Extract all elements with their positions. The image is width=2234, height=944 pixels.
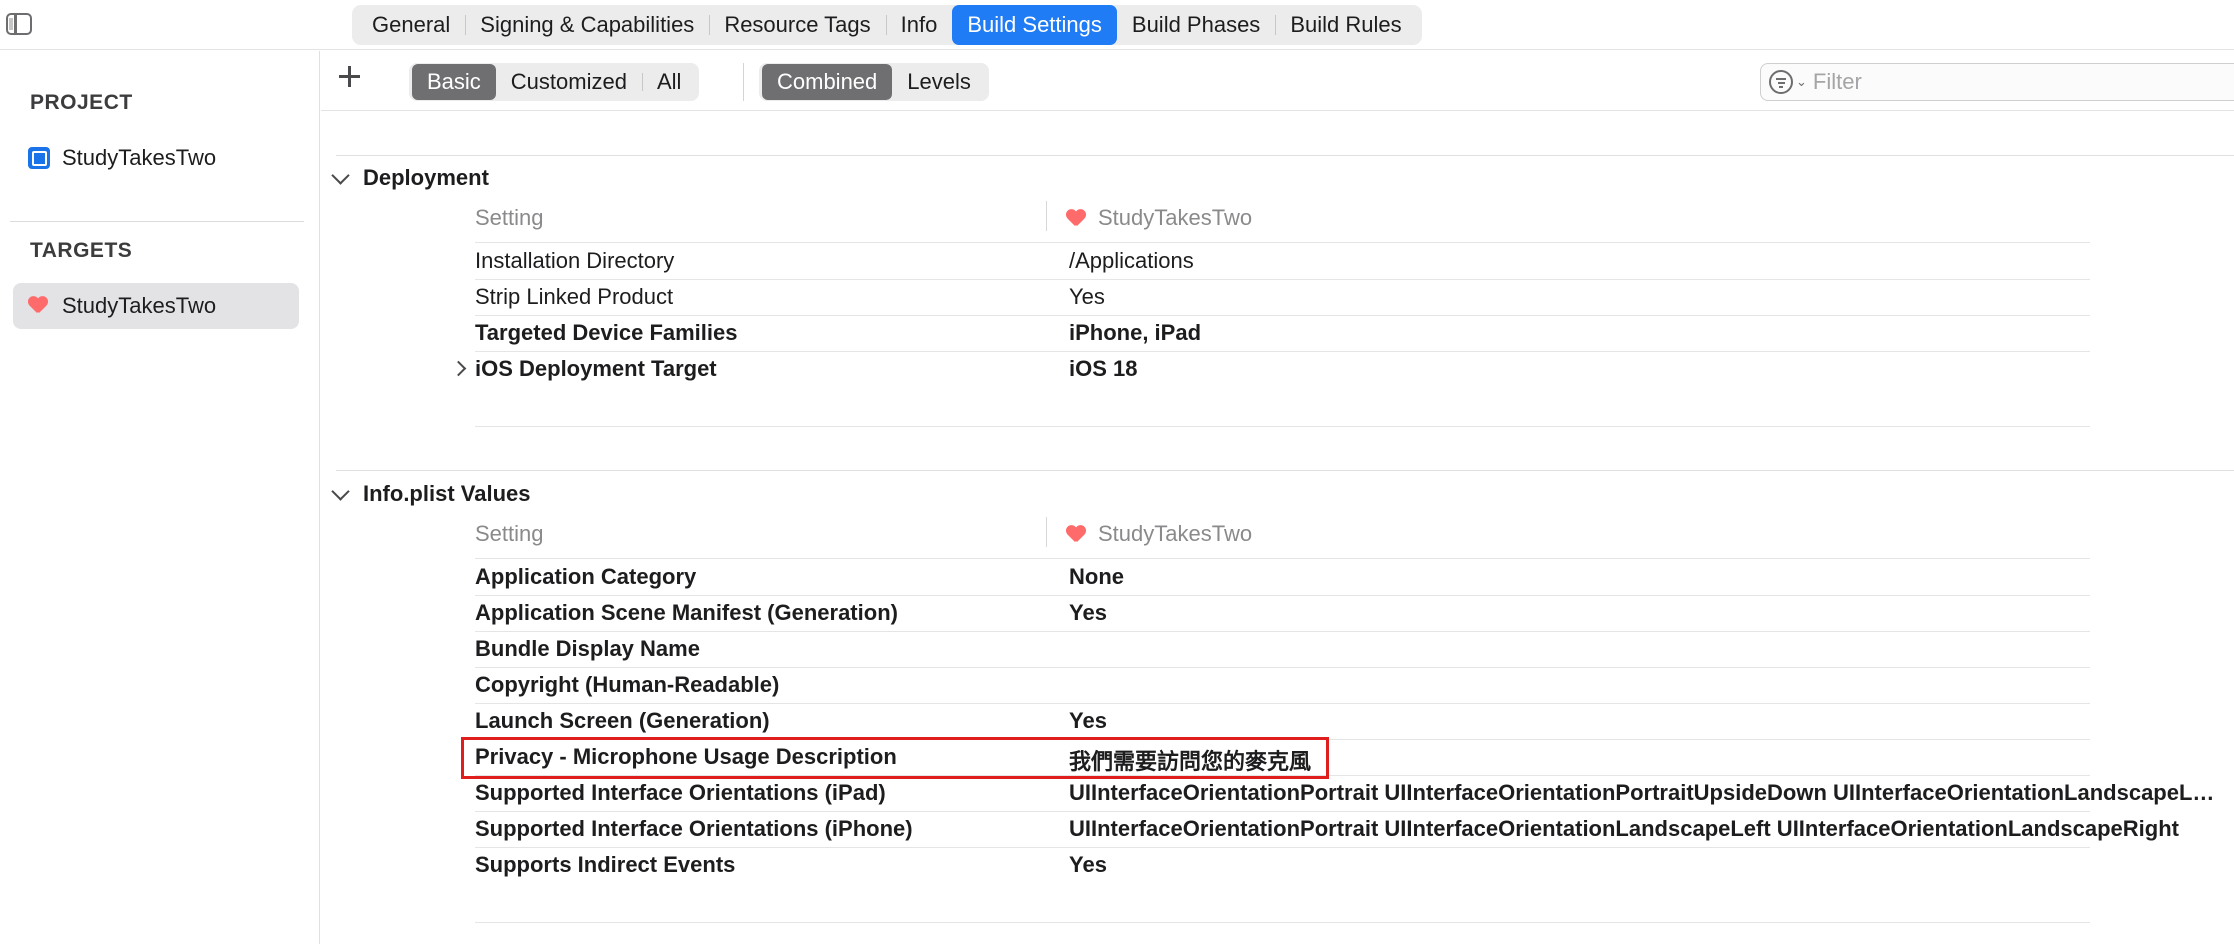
- disclosure-down-icon[interactable]: [331, 481, 350, 501]
- sidebar-item-label: StudyTakesTwo: [62, 145, 217, 170]
- group-title: Info.plist Values: [363, 481, 531, 506]
- sidebar-item-label: StudyTakesTwo: [62, 293, 217, 318]
- column-header-row: Setting StudyTakesTwo: [475, 201, 2234, 237]
- project-heading: PROJECT: [30, 91, 133, 114]
- view-levels-button[interactable]: Levels: [892, 64, 986, 100]
- setting-value[interactable]: Yes: [1069, 600, 2219, 626]
- scope-customized-button[interactable]: Customized: [496, 64, 642, 100]
- app-icon: [1066, 524, 1086, 544]
- column-header-row: Setting StudyTakesTwo: [475, 517, 2234, 553]
- setting-value[interactable]: Yes: [1069, 852, 2219, 878]
- table-row[interactable]: Supported Interface Orientations (iPad) …: [475, 775, 2234, 811]
- tab-build-settings[interactable]: Build Settings: [952, 5, 1117, 45]
- setting-name: Installation Directory: [475, 248, 675, 273]
- section-divider: [336, 155, 2234, 156]
- setting-name: Application Category: [475, 564, 697, 589]
- infoplist-group-header[interactable]: Info.plist Values: [330, 481, 530, 507]
- setting-name: Bundle Display Name: [475, 636, 700, 661]
- setting-name: Copyright (Human-Readable): [475, 672, 780, 697]
- filter-placeholder: Filter: [1812, 69, 1862, 94]
- column-header-target: StudyTakesTwo: [1066, 521, 1252, 547]
- view-combined-button[interactable]: Combined: [762, 64, 893, 100]
- disclosure-right-icon[interactable]: [450, 360, 467, 377]
- table-row[interactable]: Strip Linked Product Yes: [475, 279, 2234, 315]
- project-target-sidebar: PROJECT StudyTakesTwo TARGETS StudyTakes…: [0, 51, 320, 944]
- table-row[interactable]: Copyright (Human-Readable): [475, 667, 2234, 703]
- setting-value[interactable]: iOS 18: [1069, 356, 2219, 382]
- tab-build-phases[interactable]: Build Phases: [1117, 5, 1275, 45]
- table-row[interactable]: Application Category None: [475, 559, 2234, 595]
- column-divider: [1046, 201, 1047, 231]
- editor-tab-bar: General Signing & Capabilities Resource …: [0, 0, 2234, 50]
- scope-basic-button[interactable]: Basic: [412, 64, 496, 100]
- column-divider: [1046, 517, 1047, 547]
- editor-tabs: General Signing & Capabilities Resource …: [352, 5, 1422, 45]
- setting-value[interactable]: /Applications: [1069, 248, 2219, 274]
- toolbar-divider: [743, 63, 744, 101]
- scope-all-button[interactable]: All: [641, 64, 696, 100]
- disclosure-down-icon[interactable]: [331, 165, 350, 185]
- deployment-group-header[interactable]: Deployment: [330, 165, 489, 191]
- section-divider: [336, 470, 2234, 471]
- setting-value[interactable]: UIInterfaceOrientationPortrait UIInterfa…: [1069, 816, 2219, 842]
- table-row[interactable]: Application Scene Manifest (Generation) …: [475, 595, 2234, 631]
- sidebar-toggle-icon[interactable]: [6, 13, 32, 35]
- setting-name: iOS Deployment Target: [475, 356, 717, 381]
- table-row[interactable]: Bundle Display Name: [475, 631, 2234, 667]
- setting-name: Supports Indirect Events: [475, 852, 736, 877]
- table-row[interactable]: Supported Interface Orientations (iPhone…: [475, 811, 2234, 847]
- table-row[interactable]: Supports Indirect Events Yes: [475, 847, 2234, 883]
- setting-name: Launch Screen (Generation): [475, 708, 770, 733]
- setting-value[interactable]: Yes: [1069, 284, 2219, 310]
- add-setting-icon[interactable]: [334, 61, 364, 91]
- view-segmented-control: Combined Levels: [759, 63, 989, 101]
- app-icon: [28, 295, 50, 317]
- setting-name: Supported Interface Orientations (iPad): [475, 780, 886, 805]
- column-header-target: StudyTakesTwo: [1066, 205, 1252, 231]
- setting-name: Strip Linked Product: [475, 284, 674, 309]
- table-row[interactable]: iOS Deployment Target iOS 18: [475, 351, 2234, 387]
- sidebar-item-target[interactable]: StudyTakesTwo: [13, 283, 299, 329]
- app-icon: [1066, 208, 1086, 228]
- column-header-setting: Setting: [475, 205, 544, 230]
- setting-value[interactable]: UIInterfaceOrientationPortrait UIInterfa…: [1069, 780, 2219, 806]
- tab-general[interactable]: General: [357, 5, 465, 45]
- build-settings-toolbar: Basic Customized All Combined Levels ⌄ F…: [321, 51, 2234, 111]
- setting-name: Targeted Device Families: [475, 320, 738, 345]
- setting-value[interactable]: None: [1069, 564, 2219, 590]
- target-name: StudyTakesTwo: [1098, 521, 1253, 546]
- filter-field[interactable]: ⌄ Filter: [1760, 63, 2234, 101]
- chevron-down-icon[interactable]: ⌄: [1796, 74, 1807, 90]
- tab-signing-capabilities[interactable]: Signing & Capabilities: [465, 5, 709, 45]
- group-title: Deployment: [363, 165, 489, 190]
- table-row[interactable]: Targeted Device Families iPhone, iPad: [475, 315, 2234, 351]
- row-divider: [475, 426, 2090, 427]
- tab-resource-tags[interactable]: Resource Tags: [709, 5, 885, 45]
- column-header-setting: Setting: [475, 521, 544, 546]
- sidebar-item-project[interactable]: StudyTakesTwo: [13, 135, 299, 181]
- targets-heading: TARGETS: [30, 239, 133, 262]
- setting-value[interactable]: iPhone, iPad: [1069, 320, 2219, 346]
- filter-icon[interactable]: [1769, 70, 1793, 94]
- highlight-box: [461, 737, 1329, 779]
- setting-value[interactable]: Yes: [1069, 708, 2219, 734]
- setting-name: Application Scene Manifest (Generation): [475, 600, 898, 625]
- table-row[interactable]: Launch Screen (Generation) Yes: [475, 703, 2234, 739]
- row-divider: [475, 922, 2090, 923]
- sidebar-divider: [10, 221, 304, 222]
- setting-name: Supported Interface Orientations (iPhone…: [475, 816, 913, 841]
- build-settings-panel: Basic Customized All Combined Levels ⌄ F…: [321, 51, 2234, 944]
- scope-segmented-control: Basic Customized All: [409, 63, 700, 101]
- tab-build-rules[interactable]: Build Rules: [1275, 5, 1416, 45]
- target-name: StudyTakesTwo: [1098, 205, 1253, 230]
- tab-info[interactable]: Info: [885, 5, 953, 45]
- table-row[interactable]: Installation Directory /Applications: [475, 243, 2234, 279]
- xcode-project-icon: [28, 147, 50, 169]
